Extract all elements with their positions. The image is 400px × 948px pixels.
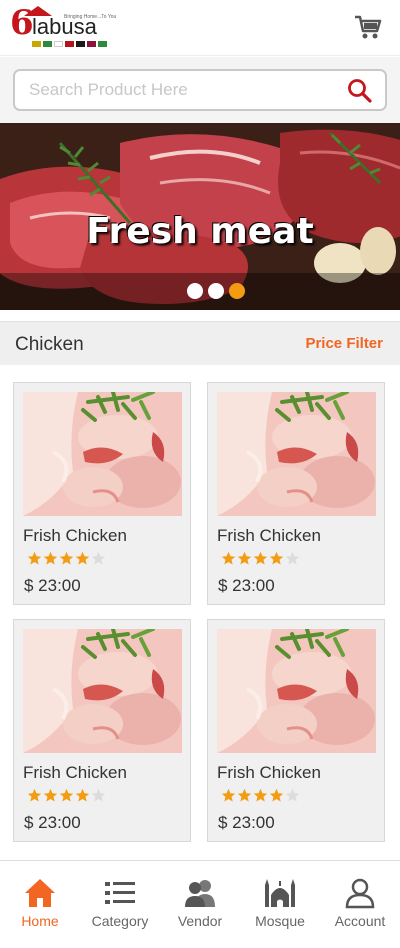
category-title: Chicken [15, 334, 84, 355]
bottom-navigation: Home Category Vendor Mosque Account [0, 860, 400, 948]
brand-logo[interactable]: 6 labusa Bringing Home...To You [10, 3, 116, 52]
carousel-dot-2[interactable] [208, 283, 224, 299]
product-price: $ 23:00 [24, 576, 81, 595]
category-header: Chicken Price Filter [0, 321, 400, 365]
product-card[interactable]: Frish Chicken $ 23:00 [207, 619, 385, 842]
product-image[interactable] [217, 629, 376, 753]
star-icon [91, 788, 106, 802]
product-card[interactable]: Frish Chicken $ 23:00 [13, 382, 191, 605]
carousel-indicator [187, 283, 245, 299]
star-icon [221, 788, 236, 802]
star-icon [75, 551, 90, 565]
star-icon [27, 788, 42, 802]
star-icon [43, 788, 58, 802]
star-icon [59, 551, 74, 565]
search-bar-area [0, 57, 400, 123]
product-price: $ 23:00 [24, 813, 81, 832]
app-header: 6 labusa Bringing Home...To You [0, 0, 400, 56]
star-icon [253, 551, 268, 565]
star-icon [285, 551, 300, 565]
product-rating [221, 551, 300, 566]
star-icon [27, 551, 42, 565]
price-filter-button[interactable]: Price Filter [305, 335, 383, 352]
nav-label-category: Category [91, 913, 149, 929]
star-icon [269, 551, 284, 565]
product-name[interactable]: Frish Chicken [217, 763, 321, 783]
nav-label-mosque: Mosque [255, 913, 305, 929]
search-box [13, 69, 387, 111]
nav-category[interactable]: Category [80, 861, 160, 948]
product-card[interactable]: Frish Chicken $ 23:00 [207, 382, 385, 605]
carousel-dot-1[interactable] [187, 283, 203, 299]
logo-tagline: Bringing Home...To You [64, 14, 117, 20]
product-name[interactable]: Frish Chicken [23, 763, 127, 783]
nav-label-home: Home [21, 913, 59, 929]
star-icon [59, 788, 74, 802]
logo-six: 6 [10, 3, 34, 43]
nav-label-vendor: Vendor [177, 913, 223, 929]
banner-title: Fresh meat [86, 211, 314, 252]
product-name[interactable]: Frish Chicken [217, 526, 321, 546]
home-icon [23, 877, 57, 909]
nav-mosque[interactable]: Mosque [240, 861, 320, 948]
carousel-dot-3[interactable] [229, 283, 245, 299]
promo-banner[interactable]: Fresh meat [0, 123, 400, 310]
star-icon [91, 551, 106, 565]
product-rating [221, 788, 300, 803]
star-icon [237, 788, 252, 802]
product-image[interactable] [23, 629, 182, 753]
star-icon [253, 788, 268, 802]
nav-vendor[interactable]: Vendor [160, 861, 240, 948]
search-icon[interactable] [347, 78, 373, 104]
logo-flags [32, 41, 107, 47]
product-card[interactable]: Frish Chicken $ 23:00 [13, 619, 191, 842]
nav-account[interactable]: Account [320, 861, 400, 948]
users-icon [183, 877, 217, 909]
list-icon [103, 877, 137, 909]
star-icon [75, 788, 90, 802]
product-rating [27, 551, 106, 566]
nav-label-account: Account [334, 913, 386, 929]
product-price: $ 23:00 [218, 813, 275, 832]
star-icon [237, 551, 252, 565]
mosque-icon [263, 877, 297, 909]
star-icon [285, 788, 300, 802]
star-icon [43, 551, 58, 565]
product-price: $ 23:00 [218, 576, 275, 595]
nav-home[interactable]: Home [0, 861, 80, 948]
user-icon [343, 877, 377, 909]
star-icon [269, 788, 284, 802]
product-rating [27, 788, 106, 803]
search-input[interactable] [29, 79, 329, 101]
product-image[interactable] [23, 392, 182, 516]
product-image[interactable] [217, 392, 376, 516]
product-name[interactable]: Frish Chicken [23, 526, 127, 546]
cart-icon[interactable] [354, 14, 382, 40]
star-icon [221, 551, 236, 565]
